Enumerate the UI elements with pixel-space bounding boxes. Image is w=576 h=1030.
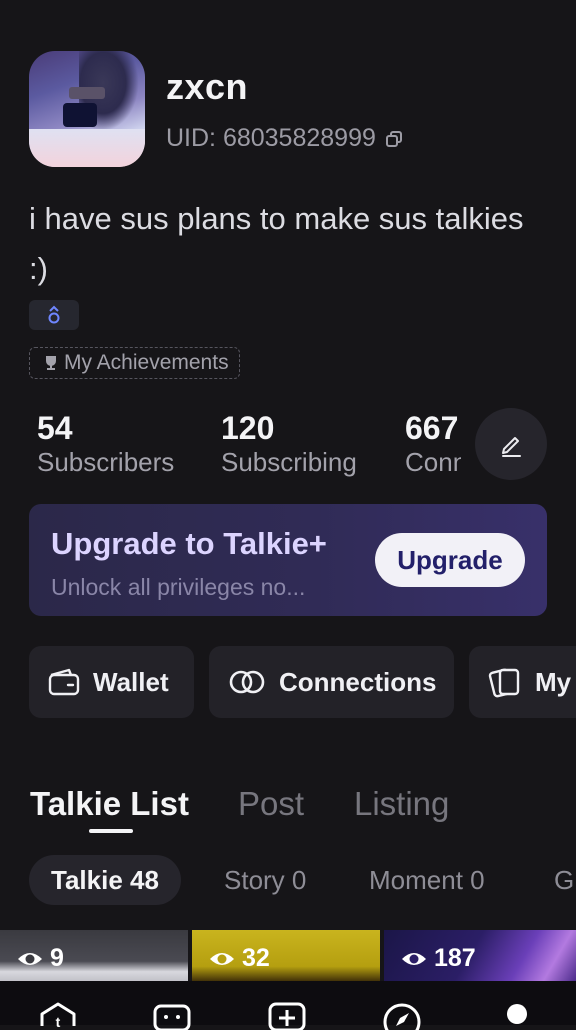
uid-row[interactable]: UID: 68035828999	[166, 124, 404, 153]
stat-subscribers[interactable]: 54 Subscribers	[37, 410, 174, 478]
avatar-figure-shape	[63, 103, 97, 127]
uid-text: UID: 68035828999	[166, 124, 376, 152]
tab-listing[interactable]: Listing	[354, 785, 449, 823]
trophy-icon	[46, 356, 56, 370]
edit-profile-button[interactable]	[475, 408, 547, 480]
wallet-icon	[48, 668, 80, 696]
achievements-label: My Achievements	[64, 351, 229, 374]
talkie-thumbnail[interactable]: 9	[0, 930, 188, 982]
stat-value: 54	[37, 410, 73, 446]
tab-active-indicator	[89, 829, 133, 833]
stat-subscribing[interactable]: 120 Subscribing	[221, 410, 357, 478]
upgrade-subtitle: Unlock all privileges no...	[51, 574, 306, 600]
tab-post[interactable]: Post	[238, 785, 304, 823]
stat-value: 667	[405, 410, 459, 446]
connections-button[interactable]: Connections	[209, 646, 454, 718]
connections-label: Connections	[279, 666, 437, 697]
stat-value: 120	[221, 410, 275, 446]
bio: i have sus plans to make sus talkies :)	[29, 201, 524, 286]
stat-label: Subscribers	[37, 447, 175, 477]
subtab-story[interactable]: Story 0	[224, 855, 306, 905]
home-icon[interactable]: t	[38, 1000, 78, 1030]
stat-connections[interactable]: 667 Connections	[405, 410, 461, 478]
my-cards-button[interactable]: My	[469, 646, 576, 718]
chat-icon[interactable]	[152, 1000, 192, 1030]
subtab-talkie[interactable]: Talkie 48	[29, 855, 181, 905]
view-count: 9	[16, 944, 64, 973]
eye-icon	[18, 952, 42, 965]
subtab-group[interactable]: Gr	[554, 855, 576, 905]
explore-icon[interactable]	[382, 1000, 422, 1030]
avatar-snow-shape	[29, 129, 145, 167]
stat-label: Connections	[405, 447, 461, 477]
badge-icon	[48, 305, 60, 324]
username: zxcn	[166, 66, 249, 107]
stat-label: Subscribing	[221, 447, 357, 477]
view-count-text: 32	[242, 944, 270, 972]
eye-icon	[402, 952, 426, 965]
upgrade-title: Upgrade to Talkie+	[51, 526, 327, 561]
my-cards-label: My	[535, 666, 572, 697]
create-icon[interactable]	[267, 1000, 307, 1030]
connections-icon	[229, 670, 265, 694]
wallet-button[interactable]: Wallet	[29, 646, 194, 718]
eye-icon	[210, 952, 234, 965]
level-badge[interactable]	[29, 300, 79, 330]
view-count: 32	[208, 944, 270, 973]
cards-icon	[488, 668, 520, 698]
avatar-nametag-shape	[69, 87, 105, 99]
profile-icon[interactable]	[497, 1000, 537, 1030]
upgrade-banner[interactable]: Upgrade to Talkie+ Unlock all privileges…	[29, 504, 547, 616]
view-count-text: 9	[50, 944, 64, 972]
copy-icon[interactable]	[384, 129, 404, 149]
svg-text:t: t	[56, 1014, 61, 1030]
achievements-button[interactable]: My Achievements	[29, 347, 240, 379]
view-count-text: 187	[434, 944, 476, 972]
subtab-moment[interactable]: Moment 0	[369, 855, 485, 905]
upgrade-button[interactable]: Upgrade	[375, 533, 525, 587]
avatar[interactable]	[29, 51, 145, 167]
tab-talkie-list[interactable]: Talkie List	[30, 785, 189, 823]
talkie-thumbnail[interactable]: 187	[384, 930, 576, 982]
pencil-icon	[502, 437, 521, 457]
wallet-label: Wallet	[93, 666, 169, 697]
talkie-thumbnail[interactable]: 32	[192, 930, 380, 982]
view-count: 187	[400, 944, 476, 973]
